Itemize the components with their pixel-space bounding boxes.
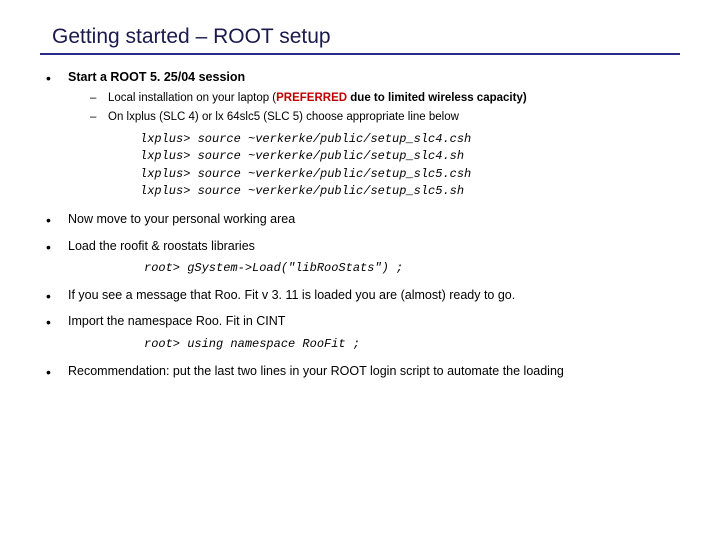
- list-item: Load the roofit & roostats libraries roo…: [40, 238, 680, 277]
- sub-text-a: Local installation on your laptop (: [108, 92, 276, 104]
- item-text: Import the namespace Roo. Fit in CINT: [68, 314, 285, 328]
- preferred-label: PREFERRED: [276, 92, 347, 104]
- list-item: If you see a message that Roo. Fit v 3. …: [40, 287, 680, 304]
- bullet-list: Start a ROOT 5. 25/04 session Local inst…: [40, 69, 680, 379]
- list-item: Start a ROOT 5. 25/04 session Local inst…: [40, 69, 680, 201]
- sub-item: Local installation on your laptop (PREFE…: [86, 90, 680, 106]
- item-text: Load the roofit & roostats libraries: [68, 239, 255, 253]
- code-line-namespace: root> using namespace RooFit ;: [144, 336, 680, 352]
- list-item: Import the namespace Roo. Fit in CINT ro…: [40, 313, 680, 352]
- title-underline: [40, 53, 680, 55]
- sub-text: On lxplus (SLC 4) or lx 64slc5 (SLC 5) c…: [108, 111, 459, 123]
- list-item: Now move to your personal working area: [40, 211, 680, 228]
- sub-text-b: due to limited wireless capacity): [347, 92, 527, 104]
- item-text: If you see a message that Roo. Fit v 3. …: [68, 288, 515, 302]
- code-line-load: root> gSystem->Load("libRooStats") ;: [144, 260, 680, 276]
- list-item: Recommendation: put the last two lines i…: [40, 363, 680, 380]
- item-text: Start a ROOT 5. 25/04 session: [68, 70, 245, 84]
- code-block-setup: lxplus> source ~verkerke/public/setup_sl…: [140, 131, 680, 201]
- item-text: Now move to your personal working area: [68, 212, 295, 226]
- sub-list: Local installation on your laptop (PREFE…: [68, 90, 680, 125]
- item-text: Recommendation: put the last two lines i…: [68, 364, 564, 378]
- sub-item: On lxplus (SLC 4) or lx 64slc5 (SLC 5) c…: [86, 109, 680, 125]
- page-title: Getting started – ROOT setup: [52, 25, 680, 49]
